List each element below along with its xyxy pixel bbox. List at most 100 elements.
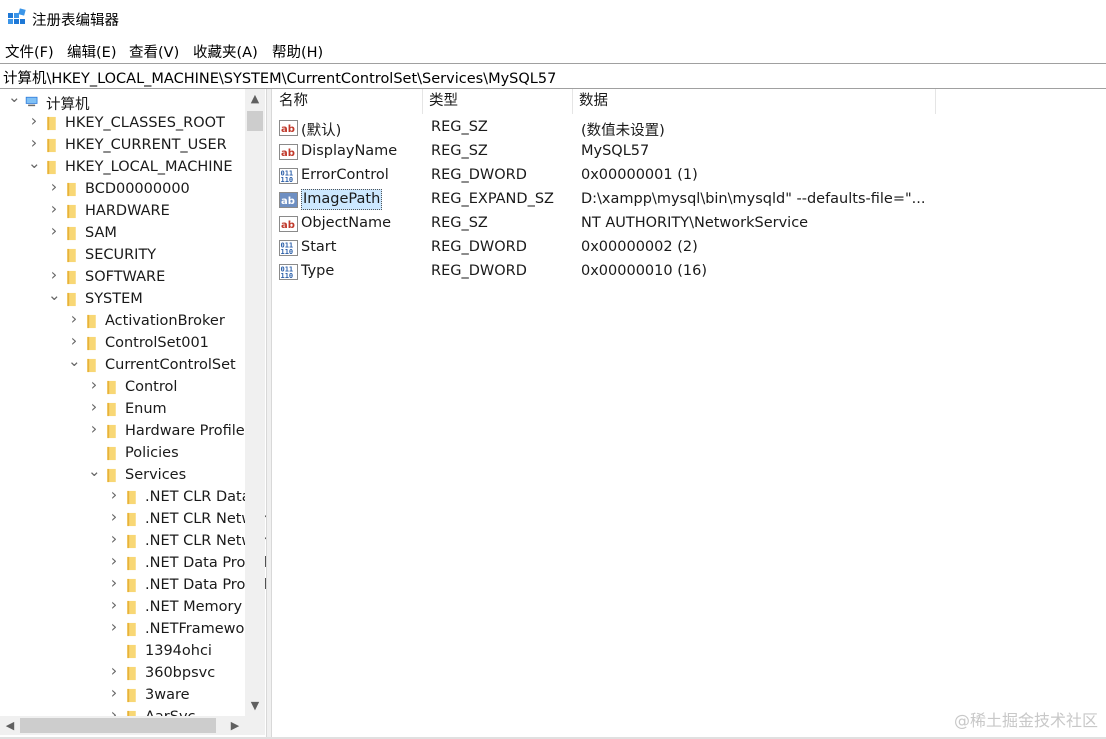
chevron-right-icon[interactable]: › [108, 685, 120, 701]
address-path[interactable]: 计算机\HKEY_LOCAL_MACHINE\SYSTEM\CurrentCon… [3, 67, 556, 88]
value-name[interactable]: ImagePath [301, 189, 383, 210]
tree-item[interactable]: › SAM [0, 223, 245, 245]
tree-item[interactable]: › Hardware Profiles [0, 421, 252, 443]
chevron-right-icon[interactable]: › [108, 597, 120, 613]
values-list[interactable]: 名称 类型 数据 ab (默认) REG_SZ (数值未设置) ab DisplayNam… [273, 89, 1106, 737]
tree-item-label: SAM [85, 225, 117, 241]
scroll-left-icon[interactable]: ◀ [0, 716, 20, 735]
chevron-right-icon[interactable]: › [108, 509, 120, 525]
value-name[interactable]: ObjectName [301, 215, 391, 231]
tree-item-label: ControlSet001 [105, 335, 209, 351]
value-row[interactable]: ab ImagePath REG_EXPAND_SZ D:\xampp\mysql\b… [273, 188, 1073, 212]
chevron-down-icon[interactable]: ⌄ [28, 156, 41, 171]
tree-item[interactable]: ›.NET Memory Cache 4.0 [0, 597, 266, 619]
tree-item[interactable]: › SOFTWARE [0, 267, 245, 289]
chevron-right-icon[interactable]: › [48, 267, 60, 283]
scroll-thumb-horizontal[interactable] [20, 718, 216, 733]
value-row[interactable]: 011 110 ErrorControl REG_DWORD 0x00000001 (1… [273, 164, 1073, 188]
tree-item[interactable]: ⌄ Services [0, 464, 245, 487]
chevron-right-icon[interactable]: › [68, 333, 80, 349]
tree-item[interactable]: › ControlSet001 [0, 333, 245, 355]
chevron-right-icon[interactable]: › [88, 377, 100, 393]
scroll-right-icon[interactable]: ▶ [225, 716, 245, 735]
chevron-right-icon[interactable]: › [28, 113, 40, 129]
column-header-name[interactable]: 名称 [273, 89, 423, 114]
tree-item-label: .NETFramework [145, 621, 259, 637]
tree-item[interactable]: ›.NET CLR Networking [0, 509, 266, 531]
column-header-type[interactable]: 类型 [423, 89, 573, 114]
value-name[interactable]: DisplayName [301, 143, 397, 159]
tree-item[interactable]: ›.NET CLR Networking 4.0.0.0 [0, 531, 266, 553]
tree-item[interactable]: ⌄ SYSTEM [0, 288, 245, 311]
tree-item-label: 360bpsvc [145, 665, 216, 681]
tree-item[interactable]: › Control [0, 377, 245, 399]
chevron-right-icon[interactable]: › [28, 135, 40, 151]
value-name[interactable]: Start [301, 239, 336, 255]
chevron-right-icon[interactable]: › [108, 531, 120, 547]
chevron-down-icon[interactable]: ⌄ [8, 90, 21, 105]
tree-horizontal-scrollbar[interactable]: ◀ ▶ [0, 716, 245, 735]
chevron-right-icon[interactable]: › [108, 575, 120, 591]
folder-icon [127, 556, 136, 571]
scrollbar-corner [245, 716, 265, 735]
svg-text:ab: ab [281, 196, 295, 207]
chevron-right-icon[interactable]: › [108, 487, 120, 503]
tree-item[interactable]: › .NETFramework [0, 619, 259, 641]
scroll-down-icon[interactable]: ▼ [245, 696, 265, 716]
chevron-right-icon[interactable]: › [88, 421, 100, 437]
tree-item[interactable]: ›.NET Data Provider for SqlServer [0, 575, 266, 597]
menu-view[interactable]: 查看(V) [129, 41, 179, 62]
tree-item[interactable]: ›.NET Data Provider for Oracle [0, 553, 266, 575]
tree-item[interactable]: › ActivationBroker [0, 311, 245, 333]
chevron-right-icon[interactable]: › [48, 223, 60, 239]
menu-file[interactable]: 文件(F) [5, 41, 54, 62]
chevron-right-icon[interactable]: › [108, 663, 120, 679]
value-row[interactable]: 011 110 Type REG_DWORD 0x00000010 (16) [273, 260, 1073, 284]
tree-item-label: 3ware [145, 687, 190, 703]
tree-vertical-scrollbar[interactable]: ▲ ▼ [245, 89, 265, 716]
tree-item[interactable]: ⌄ HKEY_LOCAL_MACHINE [0, 156, 245, 179]
folder-icon [87, 336, 96, 351]
folder-icon [127, 600, 136, 615]
tree-item[interactable]: 1394ohci [0, 641, 245, 663]
menu-help[interactable]: 帮助(H) [272, 41, 323, 62]
menu-favorites[interactable]: 收藏夹(A) [193, 41, 258, 62]
menu-edit[interactable]: 编辑(E) [67, 41, 116, 62]
value-row[interactable]: ab (默认) REG_SZ (数值未设置) [273, 116, 1073, 140]
tree-item-label: SOFTWARE [85, 269, 166, 285]
value-row[interactable]: ab ObjectName REG_SZ NT AUTHORITY\NetworkSe… [273, 212, 1073, 236]
value-name[interactable]: ErrorControl [301, 167, 389, 183]
tree-item[interactable]: SECURITY [0, 245, 245, 267]
address-bar[interactable]: 计算机\HKEY_LOCAL_MACHINE\SYSTEM\CurrentCon… [0, 63, 1106, 89]
chevron-right-icon[interactable]: › [48, 179, 60, 195]
chevron-down-icon[interactable]: ⌄ [48, 288, 61, 303]
value-row[interactable]: 011 110 Start REG_DWORD 0x00000002 (2) [273, 236, 1073, 260]
tree-item[interactable]: › 3ware [0, 685, 245, 707]
value-name[interactable]: Type [301, 263, 334, 279]
scroll-thumb[interactable] [247, 111, 263, 131]
value-row[interactable]: ab DisplayName REG_SZ MySQL57 [273, 140, 1073, 164]
column-header-data[interactable]: 数据 [573, 89, 936, 114]
tree-item[interactable]: ⌄ 计算机 [0, 90, 245, 114]
chevron-right-icon[interactable]: › [68, 311, 80, 327]
chevron-right-icon[interactable]: › [48, 201, 60, 217]
chevron-right-icon[interactable]: › [108, 553, 120, 569]
chevron-right-icon[interactable]: › [108, 619, 120, 635]
chevron-down-icon[interactable]: ⌄ [88, 464, 101, 479]
tree-item-label: Services [125, 467, 187, 483]
tree-item[interactable]: › HKEY_CLASSES_ROOT [0, 113, 245, 135]
pane-splitter[interactable] [266, 89, 272, 737]
scroll-up-icon[interactable]: ▲ [245, 89, 265, 109]
value-name[interactable]: (默认) [301, 119, 341, 140]
tree-item[interactable]: › .NET CLR Data [0, 487, 251, 509]
tree-item[interactable]: › BCD00000000 [0, 179, 245, 201]
key-tree[interactable]: ⌄ 计算机 › HKEY_CLASSES_ROOT › HKEY_CURRENT_USER… [0, 89, 266, 737]
tree-item[interactable]: › 360bpsvc [0, 663, 245, 685]
tree-item[interactable]: › HARDWARE [0, 201, 245, 223]
tree-item[interactable]: ⌄ CurrentControlSet [0, 354, 245, 377]
tree-item[interactable]: Policies [0, 443, 245, 465]
chevron-down-icon[interactable]: ⌄ [68, 354, 81, 369]
list-header: 名称 类型 数据 [273, 89, 936, 114]
chevron-right-icon[interactable]: › [88, 399, 100, 415]
tree-item[interactable]: › Enum [0, 399, 245, 421]
